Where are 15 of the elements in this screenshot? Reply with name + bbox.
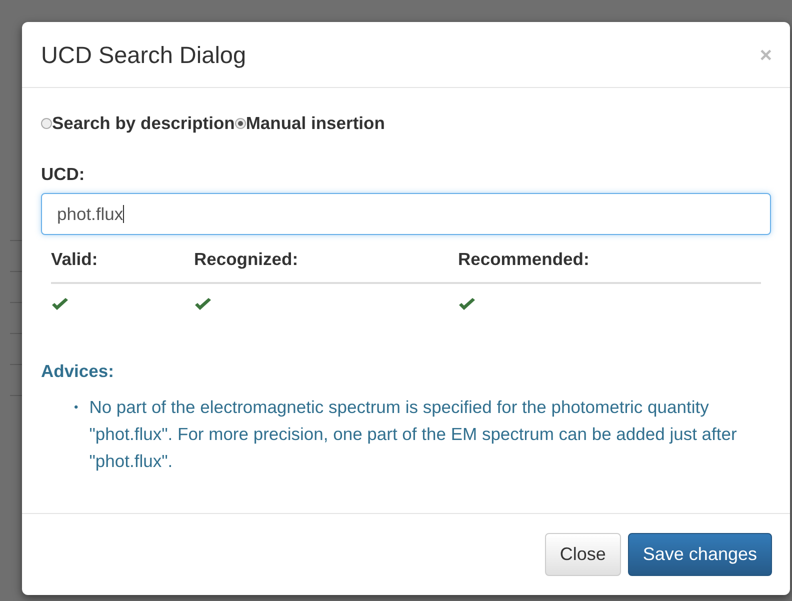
save-button[interactable]: Save changes bbox=[628, 533, 772, 576]
input-field[interactable]: phot.flux bbox=[41, 193, 771, 235]
dialog-title: UCD Search Dialog bbox=[41, 42, 246, 69]
field-label: UCD: bbox=[41, 164, 86, 185]
advice-text: No part of the electromagnetic spectrum is specified for the photometric quantity "phot.flux". For more precision, one part of the EM spectrum can be added just after "phot.flux". bbox=[89, 396, 738, 473]
column-header: Valid: bbox=[51, 235, 194, 284]
advices-heading: Advices: bbox=[41, 361, 115, 382]
radio-button[interactable] bbox=[41, 118, 52, 129]
radio-option[interactable]: Manual insertion bbox=[234, 113, 385, 134]
column-header: Recognized: bbox=[194, 235, 458, 284]
close-button[interactable]: Close bbox=[544, 533, 621, 576]
radio-button[interactable] bbox=[234, 118, 246, 129]
column-header: Recommended: bbox=[458, 235, 761, 284]
bullet: • bbox=[74, 399, 78, 416]
radio-option[interactable]: Search by description bbox=[41, 113, 235, 134]
